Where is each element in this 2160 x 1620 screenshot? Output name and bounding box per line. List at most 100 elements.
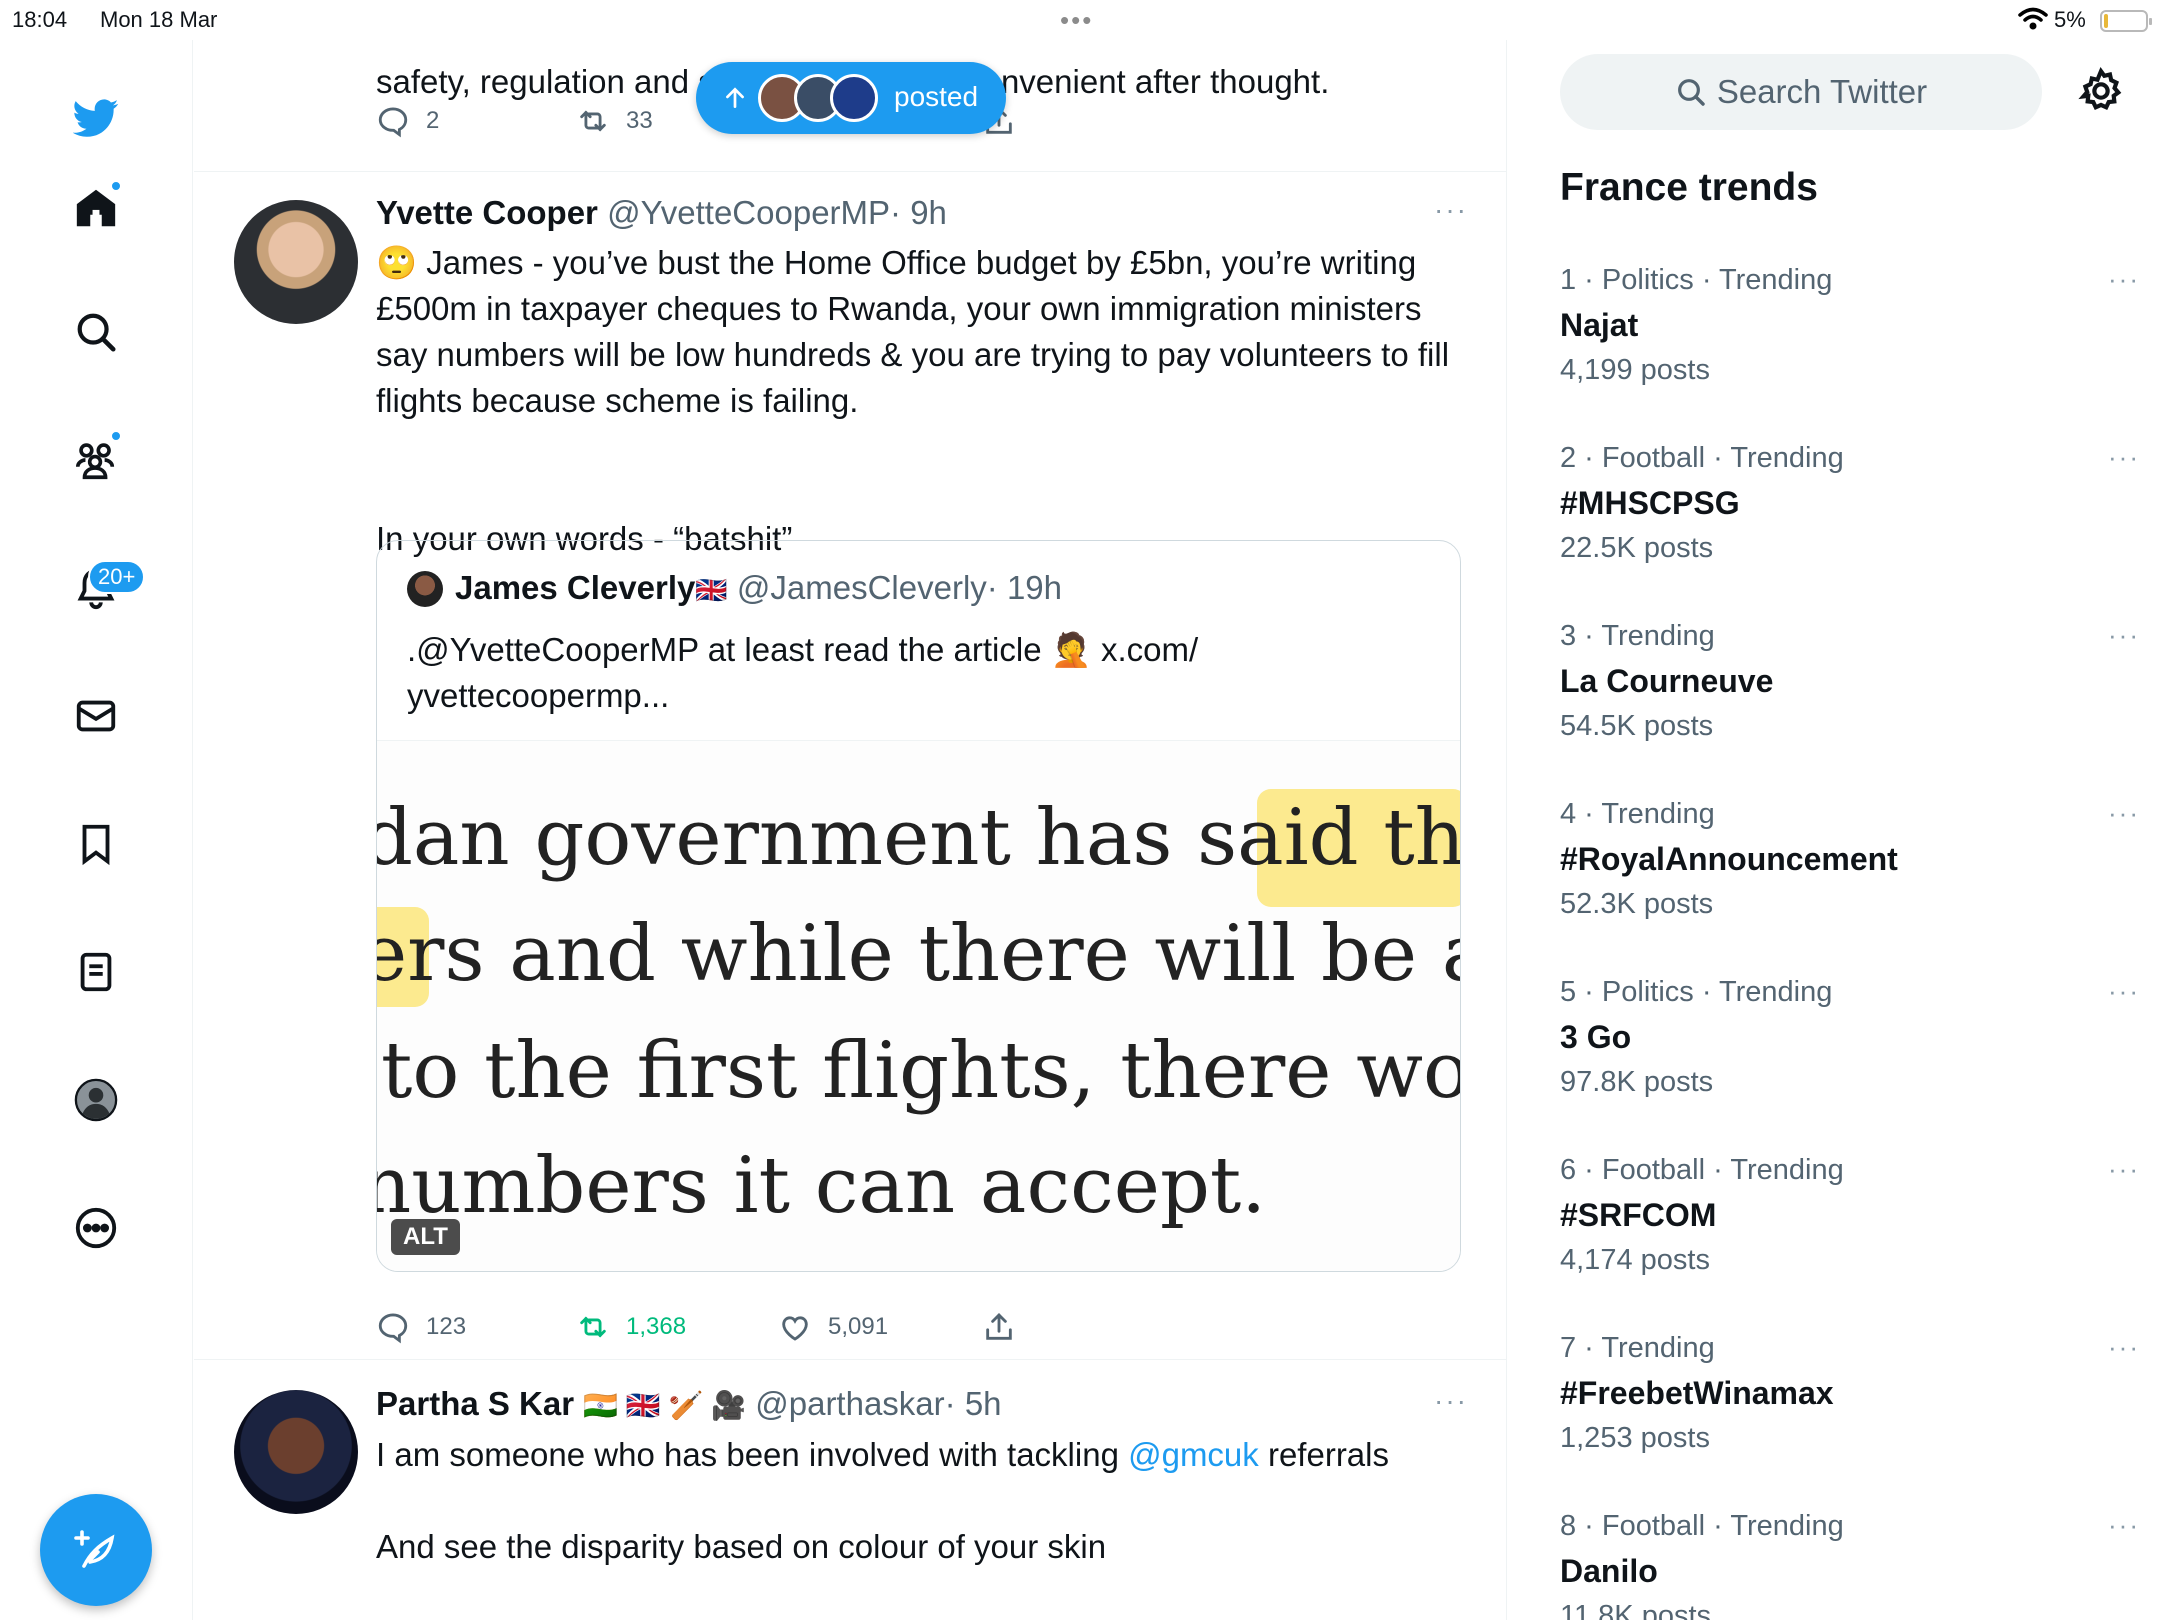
status-time: 18:04 (12, 7, 68, 32)
trend-item[interactable]: 6 · Football · Trending #SRFCOM 4,174 post… (1560, 1154, 2140, 1332)
retweet-icon (580, 110, 606, 132)
quoted-author-handle: @JamesCleverly (736, 569, 987, 606)
trend-meta: 1 · Politics · Trending (1560, 264, 1833, 296)
new-posts-pill[interactable]: posted (696, 62, 1006, 134)
search-input[interactable]: Search Twitter (1560, 54, 2042, 130)
left-nav: 20+ (0, 40, 193, 1620)
article-text-line: dan government has said there (377, 793, 1461, 883)
tweet-header: Partha S Kar 🇮🇳 🇬🇧 🏏 🎥 @parthaskar· 5h (376, 1385, 1002, 1423)
lists-icon[interactable] (66, 942, 126, 1002)
avatar[interactable] (234, 200, 358, 324)
tweet-text: referrals (1258, 1436, 1389, 1473)
like-count: 5,091 (828, 1313, 889, 1340)
author-handle[interactable]: @parthaskar (755, 1385, 944, 1422)
tweet-text: I am someone who has been involved with … (376, 1436, 1129, 1473)
wifi-icon (2018, 7, 2048, 30)
settings-gear-icon[interactable] (2076, 66, 2126, 116)
trend-meta: 8 · Football · Trending (1560, 1510, 1844, 1542)
more-options-icon[interactable] (66, 1198, 126, 1258)
trend-post-count: 1,253 posts (1560, 1422, 1710, 1454)
trend-name: #FreebetWinamax (1560, 1375, 1834, 1411)
status-date: Mon 18 Mar (100, 7, 218, 32)
trend-more-button[interactable]: ··· (2108, 620, 2140, 651)
quoted-author-name: James Cleverly (455, 569, 696, 606)
twitter-logo-icon[interactable] (66, 88, 126, 148)
alt-text-badge[interactable]: ALT (391, 1219, 460, 1255)
quoted-header: James Cleverly🇬🇧 @JamesCleverly· 19h (455, 569, 1062, 607)
author-name[interactable]: Yvette Cooper (376, 194, 598, 231)
retweet-count: 1,368 (626, 1313, 687, 1340)
heart-icon (782, 1316, 808, 1341)
quoted-text-line: yvettecoopermp... (407, 677, 670, 714)
multitasking-dots[interactable]: ••• (1060, 5, 1093, 36)
retweet-button[interactable]: 33 (576, 104, 653, 138)
trend-item[interactable]: 7 · Trending #FreebetWinamax 1,253 posts ··… (1560, 1332, 2140, 1510)
trend-post-count: 11.8K posts (1560, 1600, 1712, 1620)
compose-tweet-button[interactable] (40, 1494, 152, 1606)
article-text-line: to the first flights, there would l (381, 1026, 1461, 1116)
posted-label: posted (894, 81, 979, 112)
share-button[interactable] (982, 1310, 1032, 1344)
search-placeholder: Search Twitter (1716, 73, 1928, 110)
explore-search-icon[interactable] (66, 302, 126, 362)
tweet-time[interactable]: · 5h (945, 1385, 1002, 1422)
tweet-actions: 123 1,368 5,091 (376, 1310, 1032, 1344)
retweet-button[interactable]: 1,368 (576, 1310, 778, 1344)
trend-more-button[interactable]: ··· (2108, 1154, 2140, 1185)
trend-name: #RoyalAnnouncement (1560, 841, 1898, 877)
author-name[interactable]: Partha S Kar (376, 1385, 574, 1422)
trend-item[interactable]: 8 · Football · Trending Danilo 11.8K posts… (1560, 1510, 2140, 1620)
trend-more-button[interactable]: ··· (2108, 1510, 2140, 1541)
tweet-divider (194, 171, 1506, 172)
trend-name: #MHSCPSG (1560, 485, 1740, 521)
tweet-more-button[interactable]: ··· (1434, 1385, 1468, 1417)
communities-icon[interactable] (66, 430, 126, 490)
messages-envelope-icon[interactable] (66, 686, 126, 746)
flag-icon: 🇬🇧 (695, 575, 728, 605)
tweet-paragraph: And see the disparity based on colour of… (376, 1528, 1107, 1565)
trend-more-button[interactable]: ··· (2108, 1332, 2140, 1363)
trend-item[interactable]: 5 · Politics · Trending 3 Go 97.8K posts ··… (1560, 976, 2140, 1154)
reply-count: 123 (426, 1313, 467, 1340)
article-screenshot-image[interactable]: dan government has said there ers and wh… (377, 740, 1461, 1271)
trend-meta: 4 · Trending (1560, 798, 1715, 830)
trends-title: France trends (1560, 166, 1818, 209)
reply-button[interactable]: 2 (376, 104, 576, 138)
trend-more-button[interactable]: ··· (2108, 798, 2140, 829)
trend-post-count: 4,199 posts (1560, 354, 1710, 386)
trend-item[interactable]: 1 · Politics · Trending Najat 4,199 posts ·… (1560, 264, 2140, 442)
trend-meta: 6 · Football · Trending (1560, 1154, 1844, 1186)
trend-name: La Courneuve (1560, 663, 1774, 699)
quoted-tweet[interactable]: James Cleverly🇬🇧 @JamesCleverly· 19h .@Y… (376, 540, 1461, 1272)
battery-icon (2100, 10, 2152, 32)
home-icon[interactable] (66, 178, 126, 238)
tweet-actions: 2 33 (376, 104, 653, 138)
quoted-time: · 19h (986, 569, 1063, 606)
trend-post-count: 4,174 posts (1560, 1244, 1710, 1276)
reply-button[interactable]: 123 (376, 1310, 576, 1344)
tweet-emoji: 🙄 (376, 244, 418, 281)
tweet-time[interactable]: · 9h (890, 194, 947, 231)
trend-more-button[interactable]: ··· (2108, 976, 2140, 1007)
mention-link[interactable]: @gmcuk (1128, 1436, 1259, 1473)
tweet-divider (194, 1359, 1506, 1360)
tweet-more-button[interactable]: ··· (1434, 194, 1468, 226)
tweet-body: 🙄 James - you’ve bust the Home Office bu… (376, 240, 1466, 424)
like-button[interactable]: 5,091 (778, 1310, 982, 1344)
status-bar: 18:04 Mon 18 Mar ••• 5% (0, 0, 2160, 40)
trend-more-button[interactable]: ··· (2108, 442, 2140, 473)
trend-more-button[interactable]: ··· (2108, 264, 2140, 295)
flag-emojis: 🇮🇳 🇬🇧 🏏 🎥 (583, 1390, 747, 1421)
trend-item[interactable]: 3 · Trending La Courneuve 54.5K posts ··· (1560, 620, 2140, 798)
trend-name: Najat (1560, 307, 1639, 343)
author-handle[interactable]: @YvetteCooperMP (607, 194, 890, 231)
profile-avatar-icon[interactable] (66, 1070, 126, 1130)
communities-unread-dot (110, 430, 122, 442)
bookmarks-icon[interactable] (66, 814, 126, 874)
poster-avatar (830, 74, 878, 122)
trend-item[interactable]: 2 · Football · Trending #MHSCPSG 22.5K pos… (1560, 442, 2140, 620)
reply-icon (378, 1313, 408, 1344)
trend-item[interactable]: 4 · Trending #RoyalAnnouncement 52.3K post… (1560, 798, 2140, 976)
avatar[interactable] (234, 1390, 358, 1514)
retweet-icon (580, 1316, 606, 1338)
